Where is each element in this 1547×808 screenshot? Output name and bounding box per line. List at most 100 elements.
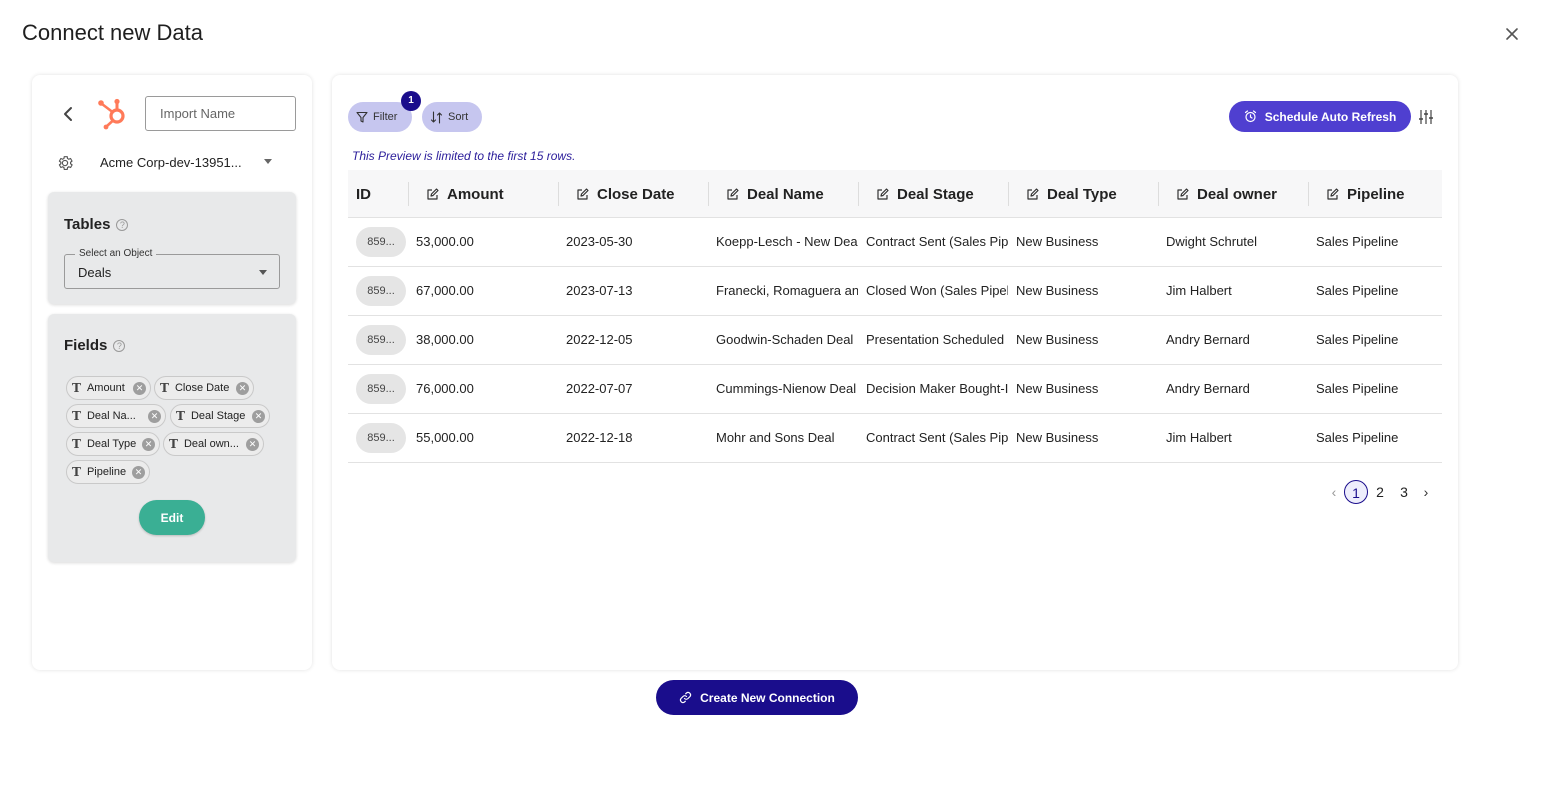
deal-name-cell: Koepp-Lesch - New Deal — [716, 234, 858, 249]
account-selector[interactable]: Acme Corp-dev-13951... — [100, 155, 242, 170]
deal-owner-cell: Andry Bernard — [1166, 381, 1250, 396]
page-1-button[interactable]: 1 — [1344, 480, 1368, 504]
edit-icon[interactable] — [876, 187, 889, 201]
pipeline-cell: Sales Pipeline — [1316, 234, 1399, 249]
remove-chip-icon[interactable]: ✕ — [246, 438, 259, 451]
text-type-icon: T — [72, 465, 81, 479]
close-date-cell: 2023-07-13 — [566, 283, 633, 298]
field-chip[interactable]: T Deal Type ✕ — [66, 432, 160, 456]
amount-cell: 53,000.00 — [416, 234, 474, 249]
import-name-input[interactable] — [145, 96, 296, 131]
remove-chip-icon[interactable]: ✕ — [252, 410, 265, 423]
close-date-cell: 2023-05-30 — [566, 234, 633, 249]
field-chip[interactable]: T Pipeline ✕ — [66, 460, 150, 484]
text-type-icon: T — [72, 409, 81, 423]
deal-type-cell: New Business — [1016, 381, 1099, 396]
help-icon[interactable]: ? — [116, 219, 129, 231]
pagination: ‹ 1 2 3 › — [1324, 479, 1436, 505]
field-chip-label: Deal own... — [183, 438, 239, 450]
edit-icon[interactable] — [1176, 187, 1189, 201]
page-2-button[interactable]: 2 — [1368, 480, 1392, 504]
id-cell: 859... — [356, 423, 406, 453]
left-panel: Acme Corp-dev-13951... Tables? Select an… — [32, 75, 312, 670]
create-connection-label: Create New Connection — [700, 690, 835, 705]
field-chip[interactable]: T Deal Stage ✕ — [170, 404, 270, 428]
id-cell: 859... — [356, 374, 406, 404]
schedule-auto-refresh-button[interactable]: Schedule Auto Refresh — [1229, 101, 1411, 132]
table-header: ID Amount Close Date Deal Name Deal Stag… — [348, 170, 1442, 218]
remove-chip-icon[interactable]: ✕ — [142, 438, 155, 451]
connect-data-page: Connect new Data Acme Corp-dev-13951... … — [0, 0, 1547, 808]
column-header-label: Deal Stage — [897, 185, 974, 203]
column-header-id: ID — [356, 170, 408, 218]
deal-owner-cell: Jim Halbert — [1166, 430, 1232, 445]
pipeline-cell: Sales Pipeline — [1316, 283, 1399, 298]
object-select[interactable]: Select an Object Deals — [64, 248, 280, 289]
table-row[interactable]: 859... 53,000.00 2023-05-30 Koepp-Lesch … — [348, 218, 1442, 267]
amount-cell: 55,000.00 — [416, 430, 474, 445]
deal-stage-cell: Decision Maker Bought-In — [866, 381, 1008, 396]
deal-name-cell: Cummings-Nienow Deal — [716, 381, 857, 396]
tables-card: Tables? Select an Object Deals — [48, 192, 296, 304]
deal-owner-cell: Jim Halbert — [1166, 283, 1232, 298]
field-chip[interactable]: T Close Date ✕ — [154, 376, 254, 400]
column-header-deal-owner: Deal owner — [1158, 170, 1308, 218]
deal-type-cell: New Business — [1016, 430, 1099, 445]
field-chip-label: Deal Type — [86, 438, 137, 450]
next-page-icon[interactable]: › — [1416, 484, 1436, 500]
amount-cell: 67,000.00 — [416, 283, 474, 298]
edit-fields-button[interactable]: Edit — [139, 500, 205, 535]
deal-stage-cell: Contract Sent (Sales Pipeline) — [866, 430, 1008, 445]
tune-settings-icon[interactable] — [1418, 109, 1434, 125]
field-chip[interactable]: T Amount ✕ — [66, 376, 151, 400]
id-cell: 859... — [356, 227, 406, 257]
column-header-label: ID — [356, 185, 371, 203]
deal-stage-cell: Closed Won (Sales Pipeline) — [866, 283, 1008, 298]
field-chip[interactable]: T Deal Na... ✕ — [66, 404, 166, 428]
remove-chip-icon[interactable]: ✕ — [133, 382, 146, 395]
amount-cell: 38,000.00 — [416, 332, 474, 347]
table-row[interactable]: 859... 76,000.00 2022-07-07 Cummings-Nie… — [348, 365, 1442, 414]
column-header-deal-stage: Deal Stage — [858, 170, 1008, 218]
table-row[interactable]: 859... 38,000.00 2022-12-05 Goodwin-Scha… — [348, 316, 1442, 365]
id-cell: 859... — [356, 325, 406, 355]
back-chevron-icon[interactable] — [60, 105, 78, 123]
fields-title: Fields — [64, 337, 108, 354]
text-type-icon: T — [160, 381, 169, 395]
text-type-icon: T — [169, 437, 178, 451]
remove-chip-icon[interactable]: ✕ — [236, 382, 249, 395]
preview-limit-note: This Preview is limited to the first 15 … — [352, 149, 576, 163]
edit-icon[interactable] — [576, 187, 589, 201]
table-row[interactable]: 859... 67,000.00 2023-07-13 Franecki, Ro… — [348, 267, 1442, 316]
create-new-connection-button[interactable]: Create New Connection — [656, 680, 858, 715]
account-dropdown-icon[interactable] — [264, 159, 272, 164]
deal-type-cell: New Business — [1016, 332, 1099, 347]
column-header-label: Close Date — [597, 185, 675, 203]
remove-chip-icon[interactable]: ✕ — [132, 466, 145, 479]
field-chip[interactable]: T Deal own... ✕ — [163, 432, 264, 456]
field-chip-label: Deal Stage — [190, 410, 246, 422]
remove-chip-icon[interactable]: ✕ — [148, 410, 161, 423]
gear-icon[interactable] — [56, 154, 74, 172]
page-3-button[interactable]: 3 — [1392, 480, 1416, 504]
column-header-amount: Amount — [408, 170, 558, 218]
edit-icon[interactable] — [1326, 187, 1339, 201]
pipeline-cell: Sales Pipeline — [1316, 381, 1399, 396]
close-icon[interactable] — [1502, 24, 1522, 44]
close-date-cell: 2022-12-05 — [566, 332, 633, 347]
sort-button[interactable]: Sort — [422, 102, 482, 132]
prev-page-icon[interactable]: ‹ — [1324, 484, 1344, 500]
column-header-close-date: Close Date — [558, 170, 708, 218]
field-chip-label: Amount — [86, 382, 125, 394]
table-row[interactable]: 859... 55,000.00 2022-12-18 Mohr and Son… — [348, 414, 1442, 463]
edit-icon[interactable] — [426, 187, 439, 201]
object-select-label: Select an Object — [75, 248, 157, 259]
text-type-icon: T — [176, 409, 185, 423]
edit-icon[interactable] — [726, 187, 739, 201]
help-icon[interactable]: ? — [113, 340, 126, 352]
select-dropdown-icon — [259, 270, 267, 275]
tables-title: Tables — [64, 216, 111, 233]
edit-icon[interactable] — [1026, 187, 1039, 201]
deal-type-cell: New Business — [1016, 234, 1099, 249]
field-chip-label: Close Date — [174, 382, 230, 394]
